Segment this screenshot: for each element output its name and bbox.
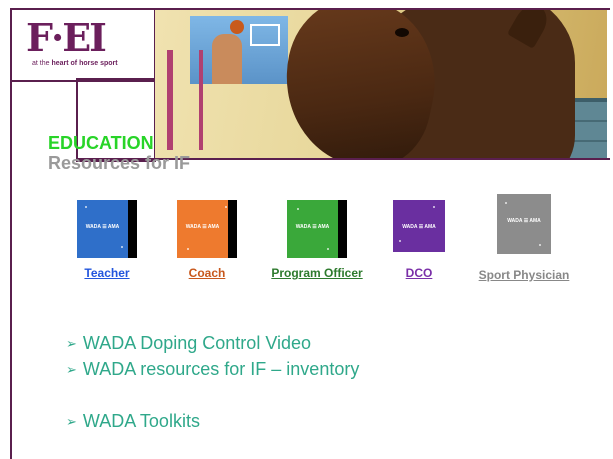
resource-teacher[interactable]: WADA ☰ AMA Teacher (62, 200, 152, 280)
resource-label-program-officer[interactable]: Program Officer (255, 266, 379, 280)
wada-thumbnail-dco[interactable]: WADA ☰ AMA (393, 200, 445, 252)
wada-thumbnail-sport-physician[interactable]: WADA ☰ AMA (497, 194, 551, 254)
resource-label-sport-physician[interactable]: Sport Physician (462, 268, 586, 282)
link-doping-control-video[interactable]: ➢ WADA Doping Control Video (66, 330, 359, 356)
resource-label-teacher[interactable]: Teacher (62, 266, 152, 280)
horse-eye (395, 28, 409, 37)
resource-program-officer[interactable]: WADA ☰ AMA Program Officer (255, 200, 379, 280)
wada-thumbnail-program-officer[interactable]: WADA ☰ AMA (287, 200, 347, 258)
logo-wordmark: F·EI (26, 15, 107, 60)
arrow-bullet-icon: ➢ (66, 362, 77, 377)
slide: F·EI at the heart of horse sport EDUCATI… (0, 0, 613, 459)
ball-icon (230, 20, 244, 34)
player-figure (212, 34, 242, 84)
page-title: EDUCATION (48, 133, 154, 153)
wada-thumbnail-teacher[interactable]: WADA ☰ AMA (77, 200, 137, 258)
page-subtitle: Resources for IF (48, 153, 191, 173)
resource-coach[interactable]: WADA ☰ AMA Coach (162, 200, 252, 280)
resource-sport-physician[interactable]: WADA ☰ AMA Sport Physician (462, 194, 586, 282)
arrow-bullet-icon: ➢ (66, 414, 77, 429)
hoop-icon (250, 24, 280, 46)
wada-thumbnail-coach[interactable]: WADA ☰ AMA (177, 200, 237, 258)
banner-image (155, 10, 607, 158)
arrow-bullet-icon: ➢ (66, 336, 77, 351)
halter-graphic (167, 50, 203, 150)
fei-logo[interactable]: F·EI at the heart of horse sport (20, 12, 132, 74)
logo-tagline: at the heart of horse sport (32, 60, 118, 67)
resource-links: ➢ WADA Doping Control Video ➢ WADA resourc… (66, 330, 359, 434)
resource-label-coach[interactable]: Coach (162, 266, 252, 280)
basketball-photo (190, 16, 288, 84)
resource-dco[interactable]: WADA ☰ AMA DCO (384, 200, 454, 280)
link-resources-inventory[interactable]: ➢ WADA resources for IF – inventory (66, 356, 359, 382)
blank-line (66, 382, 359, 408)
resource-label-dco[interactable]: DCO (384, 266, 454, 280)
link-toolkits[interactable]: ➢ WADA Toolkits (66, 408, 359, 434)
